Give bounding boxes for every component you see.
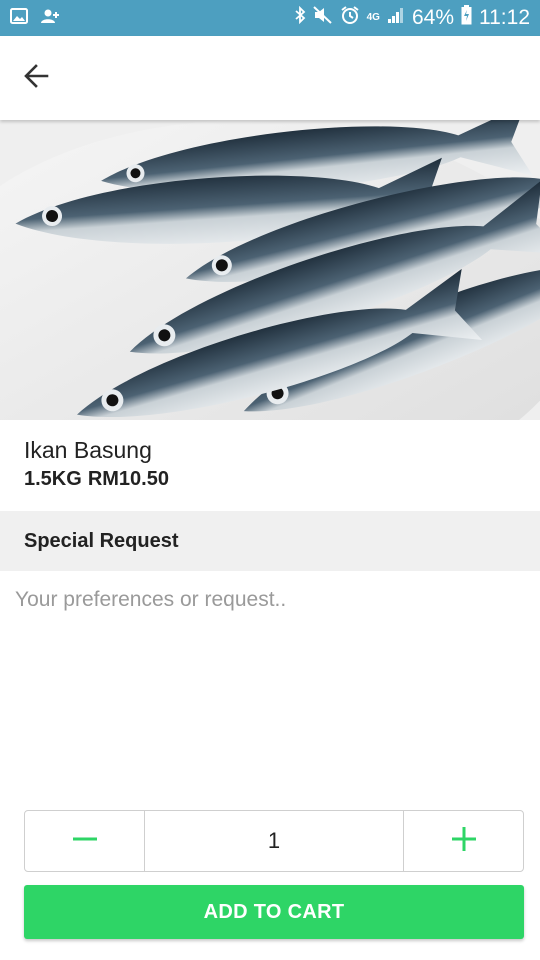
add-to-cart-button[interactable]: ADD TO CART	[24, 885, 524, 939]
clock: 11:12	[479, 6, 530, 29]
status-bar: 4G 64% 11:12	[0, 0, 540, 36]
product-weight-price: 1.5KG RM10.50	[24, 467, 524, 491]
product-price: RM10.50	[87, 468, 169, 490]
mute-icon	[312, 6, 333, 30]
quantity-value: 1	[267, 828, 281, 853]
special-request-header: Special Request	[0, 511, 540, 571]
image-icon	[10, 7, 28, 29]
increase-quantity-button[interactable]	[403, 811, 523, 871]
minus-icon	[72, 826, 98, 857]
product-weight: 1.5KG	[24, 468, 82, 490]
product-info: Ikan Basung 1.5KG RM10.50	[24, 437, 524, 491]
back-button[interactable]	[14, 56, 58, 100]
network-type: 4G	[366, 12, 380, 23]
person-add-icon	[40, 8, 60, 29]
special-request-input[interactable]	[0, 580, 540, 780]
bluetooth-icon	[294, 5, 306, 30]
battery-percent: 64%	[411, 6, 454, 29]
decrease-quantity-button[interactable]	[25, 811, 145, 871]
alarm-icon	[340, 5, 360, 31]
product-image	[0, 120, 540, 420]
app-bar	[0, 36, 540, 120]
battery-icon	[461, 5, 472, 31]
signal-icon	[387, 6, 405, 30]
plus-icon	[451, 826, 477, 857]
special-request-title: Special Request	[24, 529, 179, 552]
arrow-left-icon	[23, 63, 49, 94]
product-name: Ikan Basung	[24, 437, 152, 463]
quantity-stepper: 1	[24, 810, 524, 872]
